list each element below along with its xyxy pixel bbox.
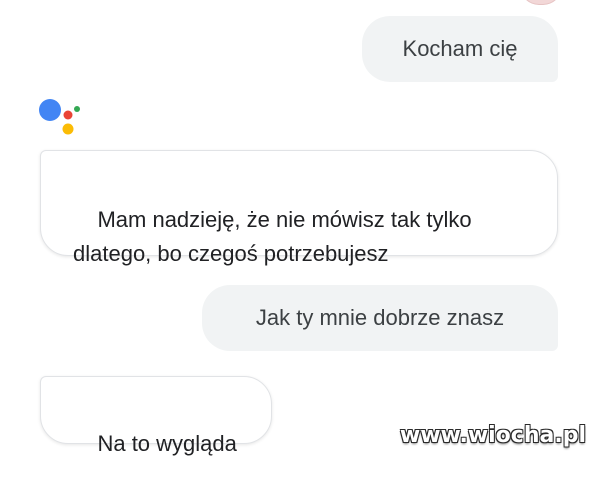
chat-thread: Kocham cię Mam nadzieję, że nie mówisz t…: [0, 0, 600, 456]
message-text: Jak ty mnie dobrze znasz: [255, 305, 505, 330]
assistant-message-bubble: Na to wygląda: [40, 376, 272, 456]
message-text: Kocham cię: [402, 36, 518, 61]
user-avatar[interactable]: [520, 0, 562, 5]
user-message-bubble: Kocham cię: [362, 16, 558, 82]
user-message-bubble: Jak ty mnie dobrze znasz: [202, 285, 558, 351]
google-assistant-icon: [39, 99, 80, 135]
assistant-message-bubble: Mam nadzieję, że nie mówisz tak tylko dl…: [40, 150, 558, 266]
watermark: www.wiocha.pl: [399, 423, 586, 448]
message-text: Na to wygląda: [97, 431, 237, 456]
message-text: Mam nadzieję, że nie mówisz tak tylko dl…: [73, 207, 472, 266]
